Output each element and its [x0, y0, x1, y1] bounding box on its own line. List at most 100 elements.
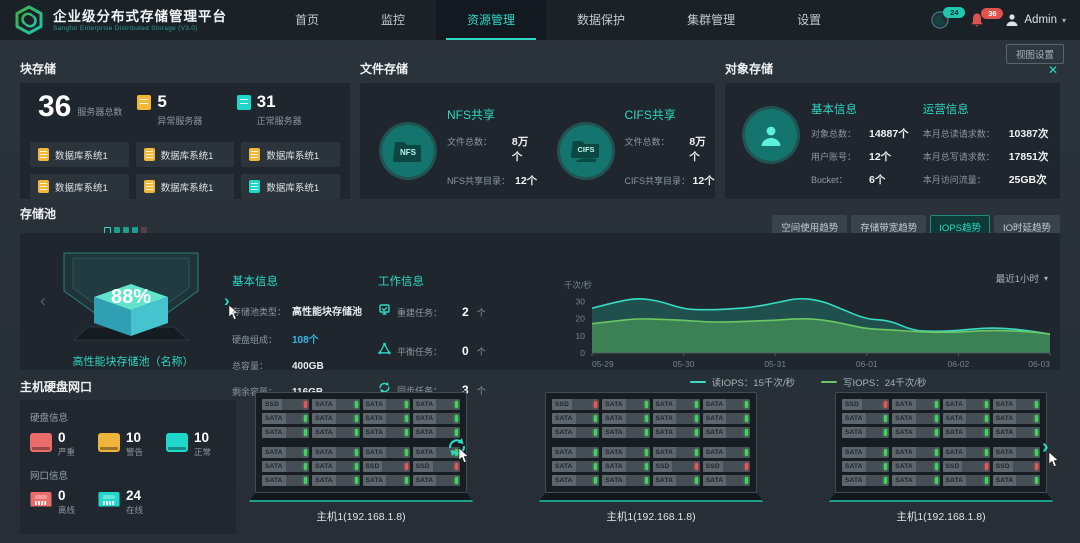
- message-icon[interactable]: 24: [931, 11, 949, 29]
- disk-slot[interactable]: SATA: [602, 475, 649, 486]
- disk-slot[interactable]: SSD: [262, 399, 309, 410]
- disk-slot[interactable]: SSD: [943, 461, 990, 472]
- nav-item-1[interactable]: 监控: [350, 0, 436, 40]
- stat-texts: 24在线: [126, 489, 143, 516]
- disk-slot[interactable]: SSD: [653, 461, 700, 472]
- disk-slot[interactable]: SATA: [552, 475, 599, 486]
- nav-item-5[interactable]: 设置: [766, 0, 852, 40]
- disk-slot[interactable]: SATA: [413, 413, 460, 424]
- disk-slot[interactable]: SATA: [602, 399, 649, 410]
- disk-slot[interactable]: SATA: [842, 447, 889, 458]
- pool-basic-row: 总容量：400GB: [232, 359, 372, 372]
- disk-slot[interactable]: SATA: [892, 399, 939, 410]
- disk-slot[interactable]: SATA: [993, 399, 1040, 410]
- disk-slot[interactable]: SATA: [703, 475, 750, 486]
- disk-slot[interactable]: SATA: [993, 427, 1040, 438]
- disk-type-label: SATA: [892, 447, 916, 458]
- disk-slot[interactable]: SATA: [312, 461, 359, 472]
- rack-refresh-button[interactable]: [446, 436, 468, 463]
- pool-prev-arrow[interactable]: ‹: [40, 291, 46, 311]
- disk-slot[interactable]: SATA: [842, 475, 889, 486]
- view-settings-button[interactable]: 视图设置: [1006, 44, 1064, 64]
- disk-slot[interactable]: SATA: [413, 475, 460, 486]
- disk-slot[interactable]: SATA: [943, 427, 990, 438]
- disk-slot[interactable]: SATA: [842, 413, 889, 424]
- nav-item-4[interactable]: 集群管理: [656, 0, 766, 40]
- user-menu[interactable]: Admin ▾: [1005, 13, 1066, 27]
- disk-slot[interactable]: SATA: [943, 399, 990, 410]
- disk-slot[interactable]: SATA: [363, 475, 410, 486]
- disk-slot[interactable]: SATA: [363, 413, 410, 424]
- disk-slot[interactable]: SATA: [363, 447, 410, 458]
- disk-slot[interactable]: SATA: [653, 427, 700, 438]
- database-system-chip[interactable]: 数据库系统1: [136, 174, 235, 199]
- disk-slot[interactable]: SATA: [993, 447, 1040, 458]
- disk-slot[interactable]: SATA: [262, 461, 309, 472]
- disk-slot[interactable]: SATA: [312, 427, 359, 438]
- disk-slot[interactable]: SATA: [312, 399, 359, 410]
- disk-slot[interactable]: SATA: [312, 475, 359, 486]
- rack-disk-group: SATASATASATASATASATASATASSDSSDSATASATASA…: [552, 447, 750, 486]
- disk-slot[interactable]: SATA: [892, 447, 939, 458]
- disk-slot[interactable]: SATA: [262, 475, 309, 486]
- disk-slot[interactable]: SATA: [602, 447, 649, 458]
- disk-slot[interactable]: SATA: [943, 447, 990, 458]
- disk-slot[interactable]: SATA: [413, 399, 460, 410]
- pool-next-arrow[interactable]: ›: [224, 291, 230, 311]
- nav-item-3[interactable]: 数据保护: [546, 0, 656, 40]
- row-value[interactable]: 108个: [292, 331, 319, 346]
- database-system-chip[interactable]: 数据库系统1: [241, 174, 340, 199]
- hosts-next-arrow[interactable]: ›: [1042, 436, 1049, 459]
- disk-slot[interactable]: SSD: [842, 399, 889, 410]
- port-info-title: 网口信息: [30, 468, 236, 482]
- database-system-chip[interactable]: 数据库系统1: [30, 174, 129, 199]
- disk-slot[interactable]: SATA: [552, 413, 599, 424]
- ops-info-title: 运营信息: [923, 101, 1049, 117]
- disk-slot[interactable]: SATA: [262, 447, 309, 458]
- disk-slot[interactable]: SATA: [892, 413, 939, 424]
- disk-slot[interactable]: SATA: [602, 413, 649, 424]
- disk-slot[interactable]: SSD: [993, 461, 1040, 472]
- disk-slot[interactable]: SSD: [703, 461, 750, 472]
- alarm-bell-icon[interactable]: 36: [969, 12, 985, 29]
- disk-slot[interactable]: SATA: [363, 399, 410, 410]
- disk-slot[interactable]: SATA: [552, 461, 599, 472]
- disk-slot[interactable]: SATA: [842, 461, 889, 472]
- nav-item-2[interactable]: 资源管理: [436, 0, 546, 40]
- disk-slot[interactable]: SATA: [653, 447, 700, 458]
- disk-slot[interactable]: SSD: [552, 399, 599, 410]
- disk-slot[interactable]: SATA: [552, 447, 599, 458]
- stat-value: 0: [58, 489, 75, 503]
- disk-slot[interactable]: SATA: [993, 475, 1040, 486]
- led-green: [455, 401, 458, 408]
- disk-slot[interactable]: SATA: [653, 399, 700, 410]
- disk-slot[interactable]: SATA: [602, 461, 649, 472]
- disk-slot[interactable]: SATA: [892, 475, 939, 486]
- database-system-chip[interactable]: 数据库系统1: [136, 142, 235, 167]
- nav-item-0[interactable]: 首页: [264, 0, 350, 40]
- disk-slot[interactable]: SATA: [703, 447, 750, 458]
- disk-slot[interactable]: SATA: [312, 413, 359, 424]
- disk-slot[interactable]: SATA: [312, 447, 359, 458]
- disk-slot[interactable]: SATA: [943, 475, 990, 486]
- disk-type-label: SSD: [552, 399, 572, 410]
- disk-slot[interactable]: SATA: [262, 413, 309, 424]
- disk-slot[interactable]: SATA: [892, 427, 939, 438]
- disk-slot[interactable]: SATA: [653, 413, 700, 424]
- disk-slot[interactable]: SATA: [943, 413, 990, 424]
- disk-slot[interactable]: SATA: [602, 427, 649, 438]
- disk-slot[interactable]: SATA: [653, 475, 700, 486]
- disk-slot[interactable]: SATA: [892, 461, 939, 472]
- disk-slot[interactable]: SATA: [703, 399, 750, 410]
- disk-slot[interactable]: SSD: [363, 461, 410, 472]
- disk-slot[interactable]: SATA: [703, 413, 750, 424]
- disk-slot[interactable]: SATA: [842, 427, 889, 438]
- disk-slot[interactable]: SATA: [552, 427, 599, 438]
- database-system-chip[interactable]: 数据库系统1: [30, 142, 129, 167]
- disk-slot[interactable]: SATA: [993, 413, 1040, 424]
- database-system-chip[interactable]: 数据库系统1: [241, 142, 340, 167]
- pool-name[interactable]: 高性能块存储池（名称）: [28, 353, 238, 369]
- disk-slot[interactable]: SATA: [262, 427, 309, 438]
- disk-slot[interactable]: SATA: [703, 427, 750, 438]
- disk-slot[interactable]: SATA: [363, 427, 410, 438]
